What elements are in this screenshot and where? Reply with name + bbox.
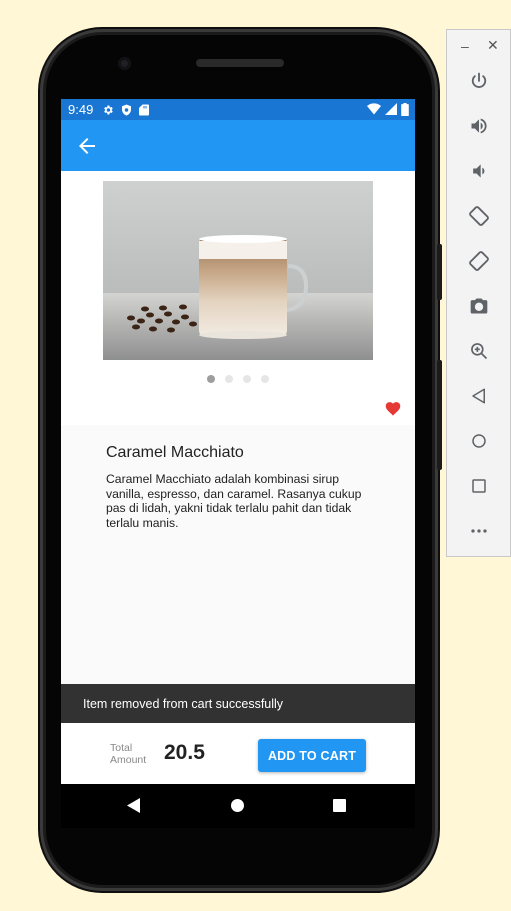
- carousel-dot[interactable]: [243, 375, 251, 383]
- rotate-left-icon[interactable]: [467, 204, 491, 228]
- product-title: Caramel Macchiato: [106, 444, 244, 461]
- back-icon[interactable]: [467, 384, 491, 408]
- product-image-section: [61, 171, 415, 425]
- rotate-right-icon[interactable]: [467, 249, 491, 273]
- status-bar: 9:49: [61, 99, 415, 120]
- front-camera: [118, 57, 131, 70]
- zoom-icon[interactable]: [467, 339, 491, 363]
- volume-up-icon[interactable]: [467, 114, 491, 138]
- app-bar: [61, 120, 415, 171]
- carousel-dot[interactable]: [261, 375, 269, 383]
- close-icon[interactable]: ✕: [487, 37, 499, 54]
- earpiece-speaker: [196, 59, 284, 67]
- emulator-toolbar: – ✕: [446, 29, 511, 557]
- add-to-cart-button[interactable]: ADD TO CART: [258, 739, 366, 772]
- snackbar-message: Item removed from cart successfully: [83, 696, 284, 711]
- signal-icon: [385, 103, 397, 119]
- power-side-button: [437, 244, 442, 300]
- wifi-icon: [367, 103, 381, 119]
- shield-status-icon: [121, 104, 132, 116]
- checkout-bar: Total Amount 20.5 ADD TO CART: [61, 723, 415, 784]
- system-navigation-bar: [61, 784, 415, 828]
- camera-icon[interactable]: [467, 294, 491, 318]
- more-icon[interactable]: [467, 519, 491, 543]
- carousel-indicator: [61, 375, 415, 383]
- power-icon[interactable]: [467, 69, 491, 93]
- settings-status-icon: [102, 104, 114, 116]
- product-details: Caramel Macchiato Caramel Macchiato adal…: [61, 425, 415, 684]
- total-amount-label-text: Total Amount: [110, 742, 147, 766]
- carousel-dot[interactable]: [207, 375, 215, 383]
- nav-overview-icon[interactable]: [333, 799, 346, 812]
- volume-side-button: [437, 360, 442, 470]
- minimize-icon[interactable]: –: [461, 38, 469, 54]
- nav-back-icon[interactable]: [127, 798, 141, 818]
- total-amount-value: 20.5: [164, 741, 205, 764]
- nav-home-icon[interactable]: [231, 799, 244, 812]
- overview-icon[interactable]: [467, 474, 491, 498]
- emulator-window-controls: – ✕: [447, 30, 511, 64]
- battery-icon: [401, 103, 409, 119]
- device-screen: 9:49 Caramel Macchiato Caramel Macchiato…: [61, 99, 415, 784]
- favorite-heart-icon[interactable]: [384, 400, 402, 416]
- back-arrow-icon[interactable]: [75, 134, 99, 158]
- snackbar: Item removed from cart successfully: [61, 684, 415, 723]
- product-description: Caramel Macchiato adalah kombinasi sirup…: [106, 472, 362, 531]
- status-time: 9:49: [68, 102, 94, 117]
- volume-down-icon[interactable]: [467, 159, 491, 183]
- product-image[interactable]: [103, 181, 373, 360]
- total-amount-label: Total Amount: [110, 742, 152, 766]
- carousel-dot[interactable]: [225, 375, 233, 383]
- sd-card-status-icon: [139, 104, 150, 116]
- home-icon[interactable]: [467, 429, 491, 453]
